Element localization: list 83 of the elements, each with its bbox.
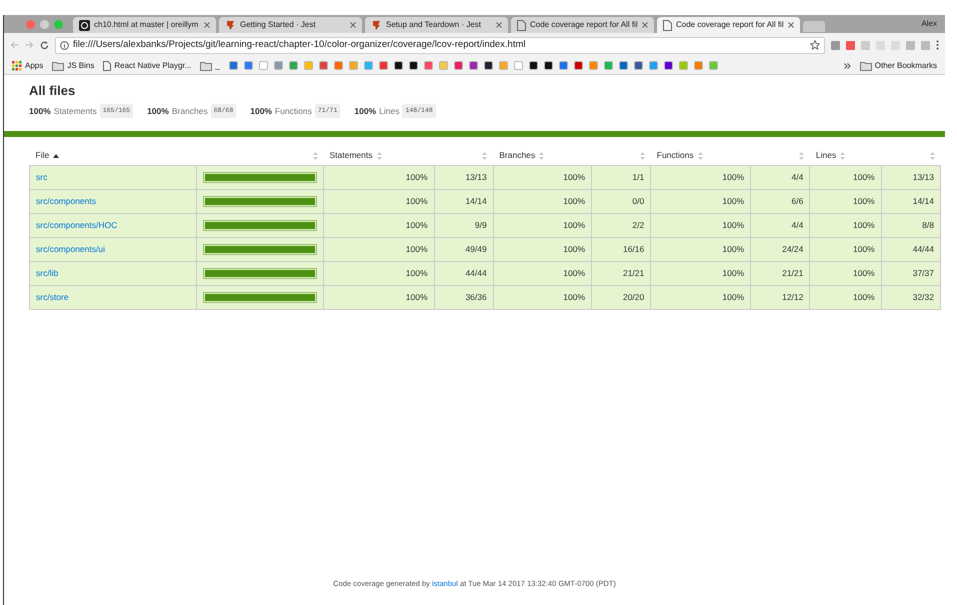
browser-tab[interactable]: Getting Started · Jest [219,17,362,33]
menu-icon[interactable] [936,40,939,50]
star-icon[interactable] [810,40,820,50]
tab-title: Getting Started · Jest [240,19,317,31]
bookmark-item[interactable]: Apps [12,60,44,72]
header-label: Statements [330,149,372,162]
sort-icon [930,152,934,160]
column-header[interactable]: Statements [324,146,434,166]
browser-tab[interactable]: Code coverage report for All fil [657,17,800,33]
summary-label: Statements [54,104,97,118]
header-label: Branches [499,149,536,162]
page-icon [663,20,672,30]
header-label: Lines [816,149,836,162]
sort-icon [376,152,382,160]
bookmark-item[interactable]: Other Bookmarks [860,60,937,72]
column-header[interactable]: File [30,146,196,166]
sort-icon [640,152,645,160]
folder-icon [200,60,212,70]
summary-label: Branches [172,104,208,118]
bookmark-item[interactable]: JS Bins [52,60,94,72]
table-cell: 100% [493,166,592,190]
tab-title: Setup and Teardown · Jest [386,19,482,31]
file-link[interactable]: src/lib [36,268,58,278]
apps-grid-icon [12,60,22,70]
close-icon[interactable] [642,22,648,28]
browser-tab[interactable]: ch10.html at master | oreillym [73,17,216,33]
table-cell: 100% [810,286,882,310]
sort-icon [798,152,804,160]
table-cell: 12/12 [750,286,810,310]
file-link[interactable]: src [36,172,48,182]
forward-icon[interactable] [25,41,34,49]
sort-icon [482,152,488,160]
tab-title: Code coverage report for All fil [530,19,638,31]
table-cell: 20/20 [592,286,651,310]
page-title: All files [29,83,76,99]
table-cell: 100% [650,286,751,310]
sort-ascending-icon [53,154,60,158]
browser-tab[interactable]: Code coverage report for All fil [511,17,654,33]
close-icon[interactable] [204,22,210,28]
sort-icon [840,152,846,160]
close-icon[interactable] [350,22,356,28]
summary-percent: 100% [250,104,272,118]
info-icon [60,40,69,50]
sort-icon [312,152,318,160]
summary-percent: 100% [147,104,169,118]
folder-icon [860,60,872,70]
file-link[interactable]: src/store [36,292,69,302]
address-bar[interactable]: file:///Users/alexbanks/Projects/git/learning-react/chapter-10/color-organizer/coverage/lcov-report/index.html [55,36,825,54]
chevrons-icon[interactable] [844,62,851,68]
file-link[interactable]: src/components [36,196,96,206]
page-icon [517,20,526,30]
table-cell: 100% [650,166,751,190]
profile-name[interactable]: Alex [921,18,937,30]
summary-label: Functions [275,104,312,118]
sort-icon [698,152,703,160]
table-cell: 100% [493,286,592,310]
url-text: file:///Users/alexbanks/Projects/git/learning-react/chapter-10/color-organizer/coverage/lcov-report/index.html [73,38,527,52]
header-label: File [36,149,50,162]
table-cell: 36/36 [434,286,494,310]
sort-icon [539,152,544,160]
bookmark-item[interactable]: React Native Playgr... [103,60,192,72]
summary-percent: 100% [354,104,376,118]
reload-icon[interactable] [40,40,49,50]
minimize-window-button[interactable] [40,20,49,28]
header-label: Functions [656,149,694,162]
file-link[interactable]: src/components/ui [36,244,105,254]
table-cell: 100% [324,166,434,190]
page-icon [103,60,112,70]
tab-title: ch10.html at master | oreillym [94,19,200,31]
column-header[interactable]: Branches [493,146,592,166]
close-icon[interactable] [496,22,502,28]
column-header[interactable]: Functions [650,146,751,166]
table-cell: 100% [324,286,434,310]
folder-icon [52,60,64,70]
summary-percent: 100% [29,104,51,118]
bookmark-item[interactable]: _ [200,60,220,72]
table-cell: 32/32 [881,286,940,310]
summary-label: Lines [379,104,400,118]
tab-title: Code coverage report for All fil [676,19,784,31]
back-icon[interactable] [10,41,19,49]
close-icon[interactable] [788,22,794,28]
browser-tab[interactable]: Setup and Teardown · Jest [365,17,508,33]
column-header[interactable]: Lines [810,146,882,166]
